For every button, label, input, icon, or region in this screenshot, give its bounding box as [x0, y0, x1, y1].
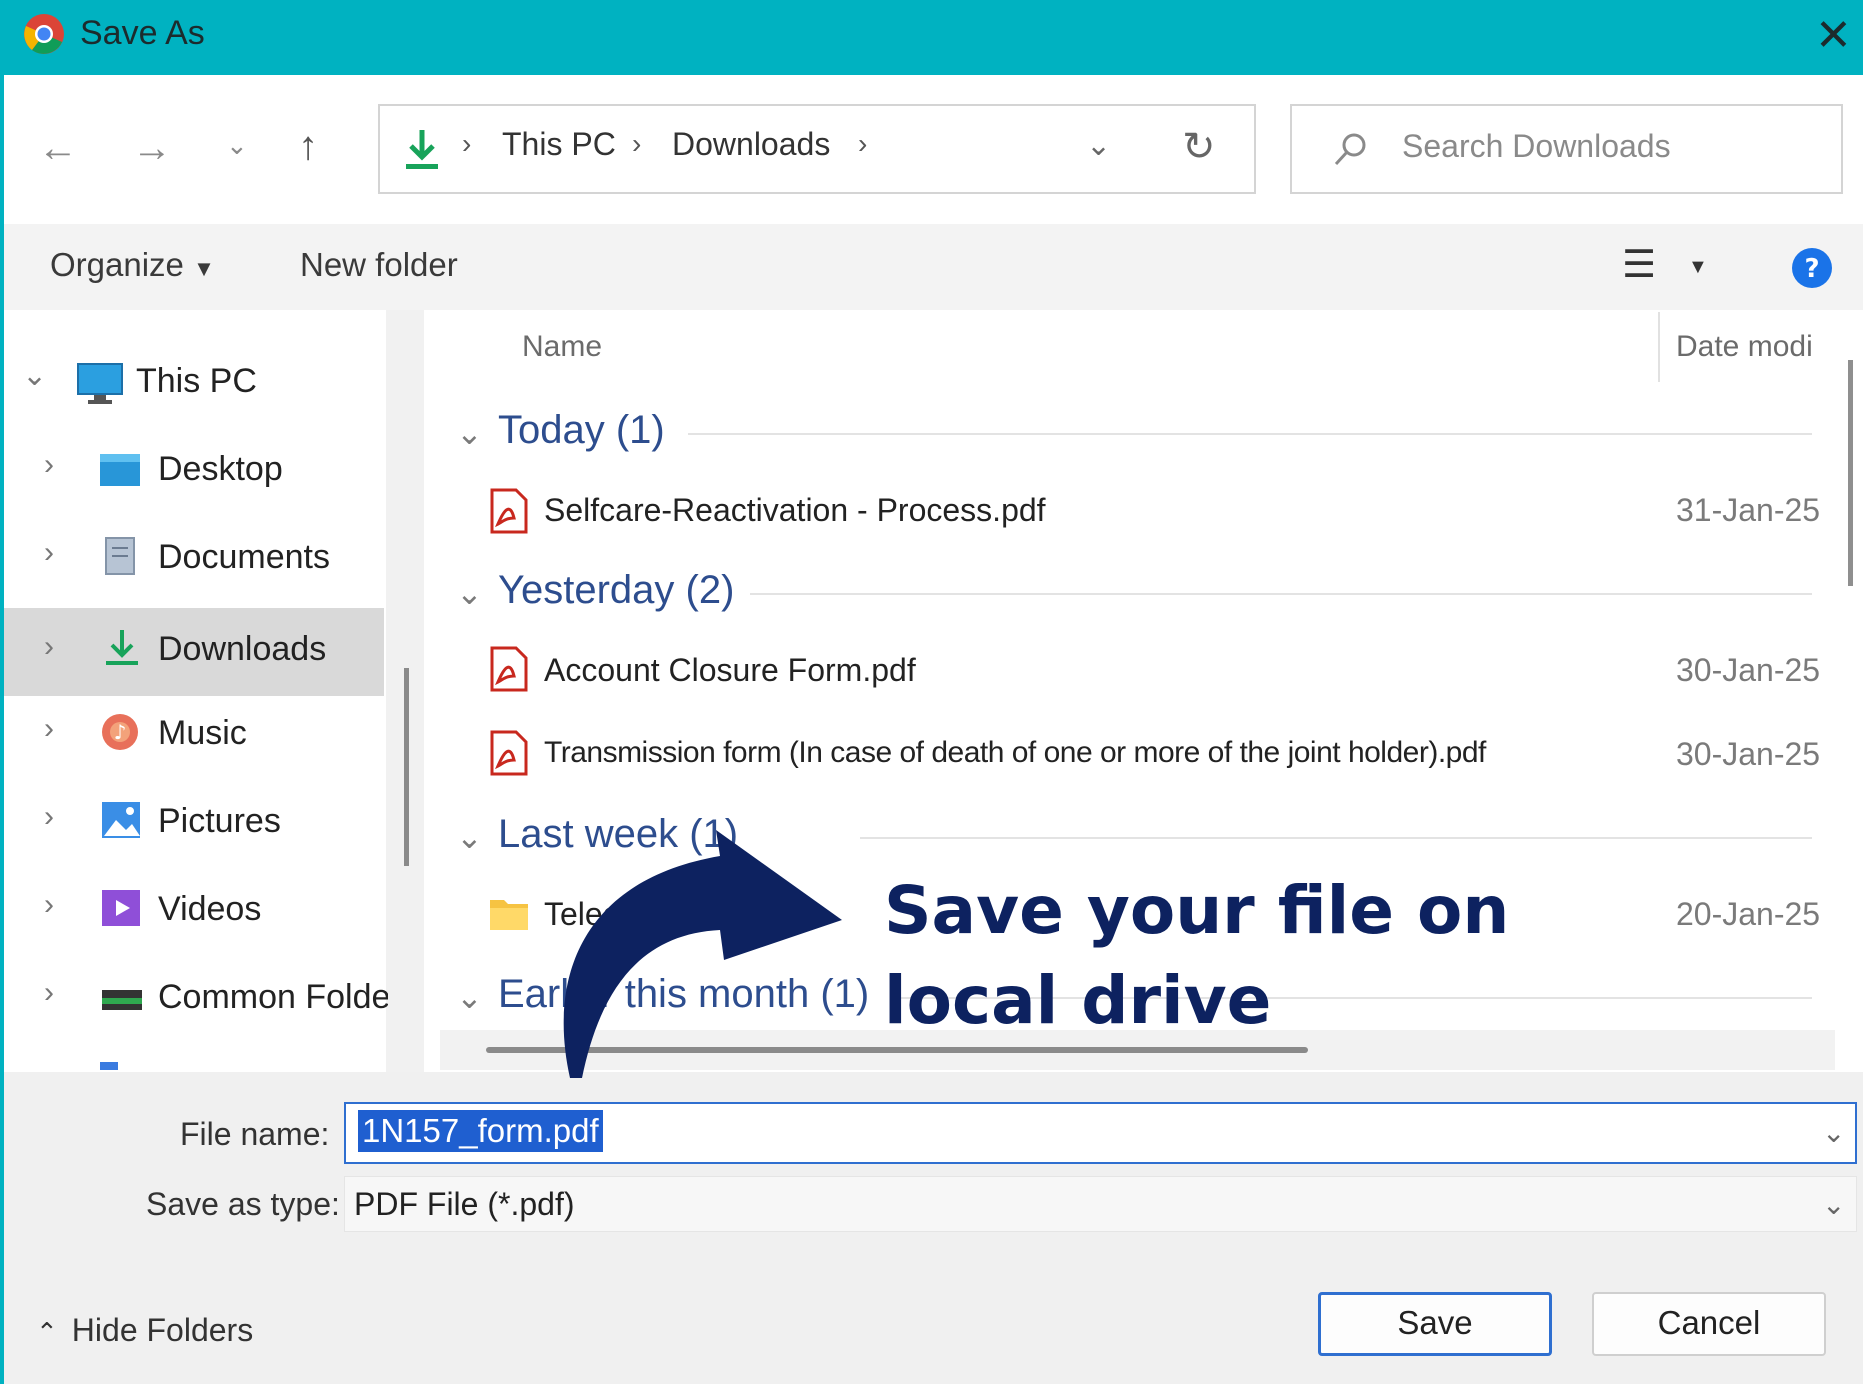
organize-label: Organize	[50, 246, 184, 283]
file-name[interactable]: Transmission form (In case of death of o…	[544, 736, 1486, 770]
chevron-right-icon[interactable]: ›	[44, 536, 54, 570]
chevron-right-icon[interactable]: ›	[44, 448, 54, 482]
group-divider	[750, 593, 1812, 595]
breadcrumb-separator: ›	[632, 128, 642, 159]
breadcrumb-this-pc[interactable]: This PC	[502, 126, 616, 163]
sidebar-item-label: This PC	[136, 362, 257, 400]
column-header-date[interactable]: Date modi	[1676, 330, 1828, 364]
hide-folders-label: Hide Folders	[71, 1312, 254, 1348]
chevron-right-icon[interactable]: ›	[44, 712, 54, 746]
chevron-down-icon[interactable]: ⌄	[226, 130, 248, 161]
view-list-icon[interactable]: ☰	[1622, 242, 1656, 287]
sidebar-item-desktop[interactable]: › Desktop	[4, 426, 384, 514]
window-title: Save As	[80, 14, 205, 52]
address-dropdown-icon[interactable]: ⌄	[1086, 128, 1111, 163]
curved-arrow-icon	[563, 830, 842, 1078]
instruction-callout: Save your file on local drive	[884, 872, 1510, 1039]
chevron-down-icon[interactable]: ⌄	[456, 414, 483, 452]
file-list-scroll-thumb[interactable]	[1848, 360, 1853, 586]
sidebar-item-label: Music	[158, 714, 247, 752]
file-date: 30-Jan-25	[1676, 736, 1821, 772]
sidebar-item-music[interactable]: › ♪ Music	[4, 690, 384, 778]
sidebar-item-this-pc[interactable]: ⌄ This PC	[4, 338, 384, 426]
breadcrumb-separator: ›	[858, 128, 868, 159]
title-bar	[0, 0, 1863, 75]
sidebar-item-label: Pictures	[158, 802, 281, 840]
sidebar-item-downloads[interactable]: › Downloads	[4, 608, 384, 696]
drive-icon	[102, 990, 142, 1010]
chevron-down-icon[interactable]: ⌄	[1822, 1116, 1845, 1149]
pdf-icon	[490, 646, 528, 692]
chevron-right-icon[interactable]: ›	[44, 888, 54, 922]
downloads-folder-icon	[106, 630, 138, 665]
chevron-down-icon[interactable]: ⌄	[22, 358, 47, 393]
file-date: 31-Jan-25 :	[1676, 492, 1826, 528]
file-name[interactable]: Account Closure Form.pdf	[544, 652, 916, 689]
group-header-today[interactable]: Today (1)	[498, 408, 665, 453]
chevron-right-icon[interactable]: ›	[44, 800, 54, 834]
sidebar-item-common-folder[interactable]: › Common Folde	[4, 954, 388, 1042]
chevron-right-icon[interactable]: ›	[44, 976, 54, 1010]
chevron-right-icon[interactable]: ›	[44, 630, 54, 664]
save-type-label: Save as type:	[146, 1186, 340, 1222]
forward-arrow-icon[interactable]: →	[132, 126, 172, 171]
file-name-label: File name:	[180, 1116, 330, 1152]
sidebar-item-pictures[interactable]: › Pictures	[4, 778, 384, 866]
column-header-name[interactable]: Name	[522, 330, 602, 364]
sidebar-item-documents[interactable]: › Documents	[4, 514, 384, 602]
pictures-folder-icon	[102, 802, 140, 838]
svg-text:♪: ♪	[114, 720, 127, 744]
group-divider	[688, 433, 1812, 435]
back-arrow-icon[interactable]: ←	[38, 126, 78, 171]
group-header-yesterday[interactable]: Yesterday (2)	[498, 568, 734, 613]
caret-down-icon: ▼	[193, 256, 215, 281]
refresh-icon[interactable]: ↻	[1182, 124, 1216, 170]
hide-folders-button[interactable]: ⌃ Hide Folders	[36, 1312, 253, 1349]
sidebar-item-label: Desktop	[158, 450, 283, 488]
save-type-value: PDF File (*.pdf)	[354, 1186, 575, 1222]
file-name[interactable]: Selfcare-Reactivation - Process.pdf	[544, 492, 1046, 529]
chevron-down-icon[interactable]: ⌄	[1822, 1188, 1845, 1221]
sidebar-item-label: Videos	[158, 890, 262, 928]
monitor-icon	[77, 363, 123, 404]
new-folder-button[interactable]: New folder	[300, 246, 458, 284]
downloads-folder-icon	[406, 130, 438, 169]
command-bar	[4, 224, 1863, 310]
save-button[interactable]: Save	[1318, 1292, 1552, 1356]
chevron-up-icon: ⌃	[36, 1317, 58, 1347]
search-placeholder: Search Downloads	[1402, 128, 1671, 164]
chrome-icon	[24, 14, 64, 54]
help-icon[interactable]: ?	[1790, 246, 1834, 290]
view-dropdown-icon[interactable]: ▼	[1688, 256, 1708, 279]
column-divider[interactable]	[1658, 312, 1660, 382]
nav-pane-scroll-thumb[interactable]	[404, 668, 409, 866]
partial-item-icon	[100, 1062, 118, 1070]
search-icon	[1334, 133, 1366, 166]
sidebar-item-videos[interactable]: › Videos	[4, 866, 384, 954]
sidebar-item-label: Common Folde	[158, 978, 388, 1016]
cancel-button[interactable]: Cancel	[1592, 1292, 1826, 1356]
close-icon[interactable]: ✕	[1815, 6, 1852, 66]
file-date: 30-Jan-25 1	[1676, 652, 1826, 688]
music-folder-icon: ♪	[102, 714, 138, 750]
breadcrumb-separator: ›	[462, 128, 472, 159]
group-divider	[860, 837, 1812, 839]
desktop-folder-icon	[100, 454, 140, 486]
pdf-icon	[490, 730, 528, 776]
videos-folder-icon	[102, 890, 140, 926]
documents-folder-icon	[105, 537, 135, 575]
chevron-down-icon[interactable]: ⌄	[456, 818, 483, 856]
sidebar-item-label: Documents	[158, 538, 330, 576]
chevron-down-icon[interactable]: ⌄	[456, 574, 483, 612]
pdf-icon	[490, 488, 528, 534]
sidebar-item-label: Downloads	[158, 630, 327, 668]
file-name-value[interactable]: 1N157_form.pdf	[358, 1110, 603, 1152]
chevron-down-icon[interactable]: ⌄	[456, 978, 483, 1016]
up-arrow-icon[interactable]: ↑	[298, 124, 318, 169]
organize-button[interactable]: Organize ▼	[50, 246, 215, 284]
breadcrumb-downloads[interactable]: Downloads	[672, 126, 830, 163]
svg-text:?: ?	[1804, 254, 1819, 284]
